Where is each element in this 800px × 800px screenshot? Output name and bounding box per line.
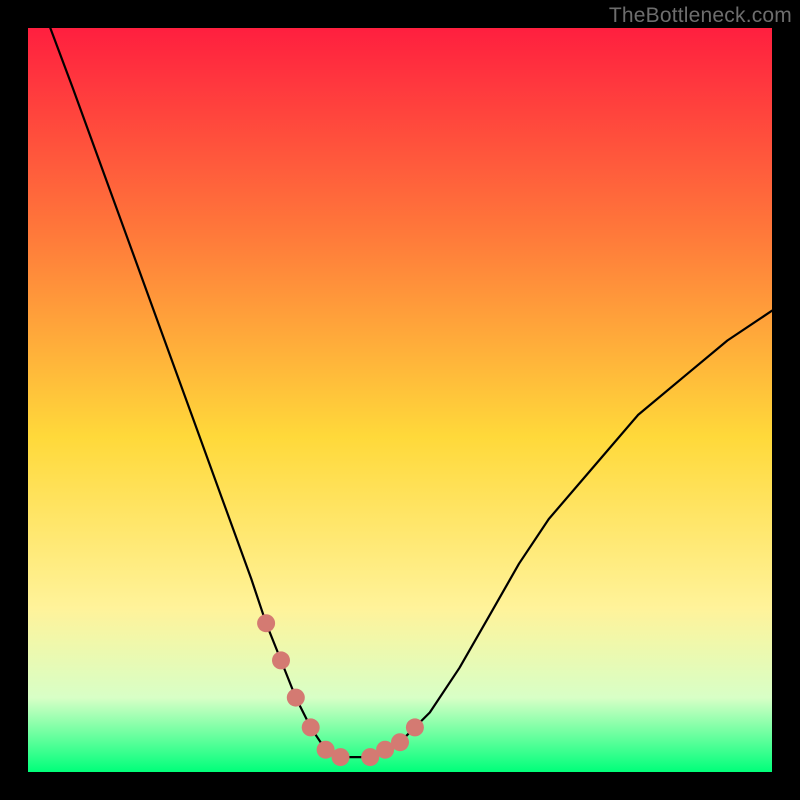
marker-dot — [257, 614, 275, 632]
marker-dot — [406, 718, 424, 736]
marker-dot — [332, 748, 350, 766]
gradient-background — [28, 28, 772, 772]
marker-dot — [302, 718, 320, 736]
chart-frame — [28, 28, 772, 772]
bottleneck-curve-chart — [28, 28, 772, 772]
watermark-text: TheBottleneck.com — [609, 4, 792, 28]
marker-dot — [272, 651, 290, 669]
marker-dot — [391, 733, 409, 751]
marker-dot — [287, 689, 305, 707]
